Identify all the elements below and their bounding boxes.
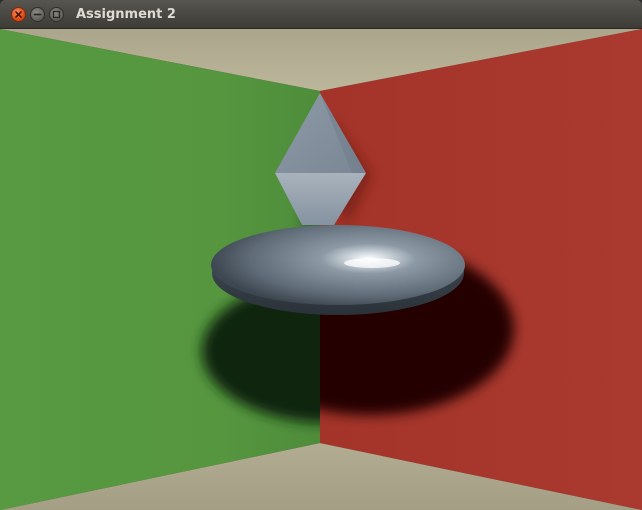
maximize-icon bbox=[52, 10, 61, 19]
disk-object bbox=[211, 225, 465, 305]
close-button[interactable] bbox=[11, 7, 26, 22]
render-viewport[interactable] bbox=[0, 29, 642, 510]
maximize-button[interactable] bbox=[49, 7, 64, 22]
title-bar[interactable]: Assignment 2 bbox=[0, 0, 642, 29]
app-window: Assignment 2 bbox=[0, 0, 642, 510]
disk-highlight bbox=[344, 258, 400, 268]
minimize-button[interactable] bbox=[30, 7, 45, 22]
scene-canvas bbox=[0, 29, 642, 510]
close-icon bbox=[15, 11, 22, 18]
minimize-icon bbox=[33, 13, 42, 16]
window-title: Assignment 2 bbox=[76, 7, 176, 22]
